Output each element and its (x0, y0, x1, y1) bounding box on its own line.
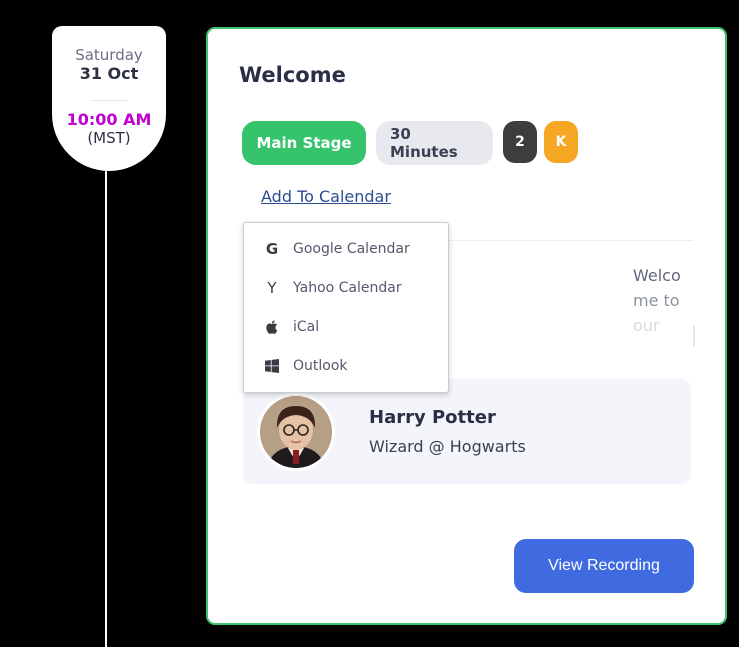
description-line: our (633, 316, 660, 335)
calendar-option-label: Google Calendar (293, 240, 410, 257)
session-date: 31 Oct (79, 64, 139, 83)
content-separator (448, 240, 693, 241)
yahoo-icon: Y (267, 278, 277, 297)
speaker-card[interactable]: Harry Potter Wizard @ Hogwarts (243, 379, 691, 484)
calendar-option-google[interactable]: G Google Calendar (244, 229, 448, 268)
description-line: Welco (633, 266, 681, 285)
attendee-initial-chip[interactable]: K (544, 121, 578, 163)
calendar-option-yahoo[interactable]: Y Yahoo Calendar (244, 268, 448, 307)
google-icon: G (265, 239, 279, 258)
windows-icon (262, 356, 282, 376)
calendar-option-label: Outlook (293, 357, 348, 374)
session-title: Welcome (239, 63, 346, 87)
calendar-dropdown: G Google Calendar Y Yahoo Calendar iCal … (243, 222, 449, 393)
date-divider (91, 100, 127, 101)
speaker-name: Harry Potter (369, 407, 496, 428)
calendar-option-label: iCal (293, 318, 320, 335)
description-scrollbar[interactable] (693, 325, 695, 347)
view-recording-button[interactable]: View Recording (514, 539, 694, 593)
calendar-option-ical[interactable]: iCal (244, 307, 448, 346)
description-line: me to (633, 291, 680, 310)
calendar-option-outlook[interactable]: Outlook (244, 346, 448, 385)
session-date-tag: Saturday 31 Oct 10:00 AM (MST) (52, 26, 166, 171)
calendar-option-label: Yahoo Calendar (293, 279, 402, 296)
speaker-photo (260, 396, 332, 468)
agenda-view: Saturday 31 Oct 10:00 AM (MST) Welcome M… (0, 0, 739, 647)
speaker-avatar (257, 393, 335, 471)
speaker-role: Wizard @ Hogwarts (369, 437, 526, 456)
session-timezone: (MST) (87, 129, 131, 147)
attendee-count-chip[interactable]: 2 (503, 121, 537, 163)
add-to-calendar-link[interactable]: Add To Calendar (261, 187, 391, 206)
stage-chip: Main Stage (242, 121, 366, 165)
session-day: Saturday (75, 46, 143, 64)
timeline-line (105, 160, 107, 647)
session-chips: Main Stage 30 Minutes 2 K (242, 121, 585, 165)
session-time: 10:00 AM (66, 110, 152, 129)
duration-chip: 30 Minutes (376, 121, 493, 165)
apple-icon (262, 317, 282, 337)
session-description: Welco me to our (633, 263, 693, 338)
